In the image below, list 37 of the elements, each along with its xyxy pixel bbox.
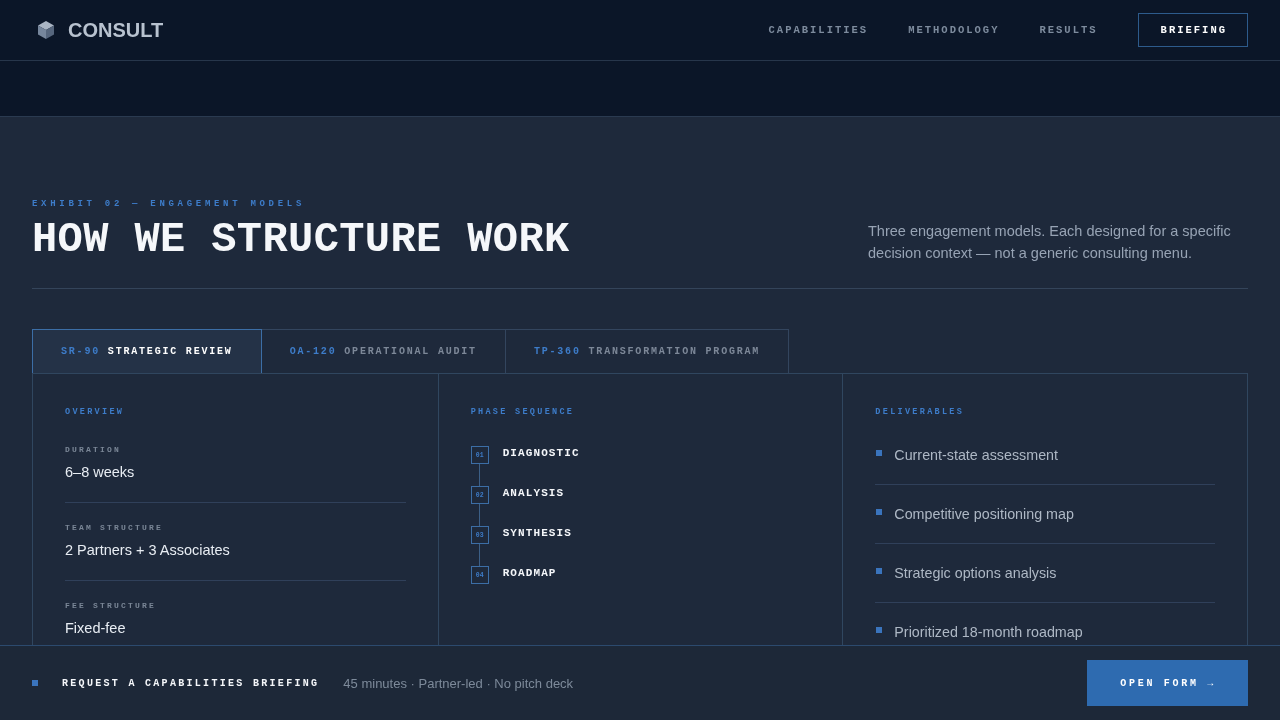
deliverable-item: Competitive positioning map [894, 505, 1074, 524]
field-label: DURATION [65, 444, 122, 456]
field-value: 6–8 weeks [65, 463, 136, 482]
logo-text: CONSULT [68, 18, 164, 42]
column-heading: PHASE SEQUENCE [470, 406, 576, 418]
deliverable-item: Prioritized 18-month roadmap [894, 623, 1083, 642]
section-title: HOW WE STRUCTURE WORK [32, 216, 570, 264]
phase-name: SYNTHESIS [502, 527, 572, 539]
field-value: 2 Partners + 3 Associates [65, 541, 231, 560]
open-form-button[interactable]: OPEN FORM → [1087, 660, 1248, 706]
square-bullet-icon [876, 450, 883, 456]
square-bullet-icon [876, 627, 883, 633]
column-heading: DELIVERABLES [875, 406, 966, 418]
phase-name: DIAGNOSTIC [502, 447, 580, 459]
nav-link[interactable]: METHODOLOGY [908, 24, 1000, 36]
phase-name: ROADMAP [502, 567, 557, 579]
cta-details: 45 minutes · Partner-led · No pitch deck [343, 675, 574, 691]
section-description: Three engagement models. Each designed for a specific decision context — not a generic consulting menu. [868, 222, 1232, 263]
field-label: TEAM STRUCTURE [65, 522, 164, 534]
square-icon [32, 680, 38, 686]
square-bullet-icon [876, 568, 883, 574]
field-value: Fixed-fee [65, 619, 127, 638]
cube-icon [38, 21, 54, 39]
deliverable-item: Current-state assessment [894, 446, 1058, 465]
deliverable-item: Strategic options analysis [894, 564, 1057, 583]
nav-link[interactable]: RESULTS [1039, 24, 1098, 36]
nav-link[interactable]: CAPABILITIES [768, 24, 869, 36]
column-heading: OVERVIEW [65, 406, 126, 418]
model-tab[interactable]: TP-360 TRANSFORMATION PROGRAM [505, 329, 790, 373]
model-tab[interactable]: SR-90 STRATEGIC REVIEW [32, 329, 262, 373]
cta-title: REQUEST A CAPABILITIES BRIEFING [62, 677, 320, 689]
briefing-button[interactable]: BRIEFING [1137, 13, 1248, 47]
section-eyebrow: EXHIBIT 02 — ENGAGEMENT MODELS [32, 198, 307, 211]
field-label: FEE STRUCTURE [65, 600, 157, 612]
model-tab[interactable]: OA-120 OPERATIONAL AUDIT [261, 329, 506, 373]
square-bullet-icon [876, 509, 883, 515]
phase-name: ANALYSIS [502, 487, 565, 499]
